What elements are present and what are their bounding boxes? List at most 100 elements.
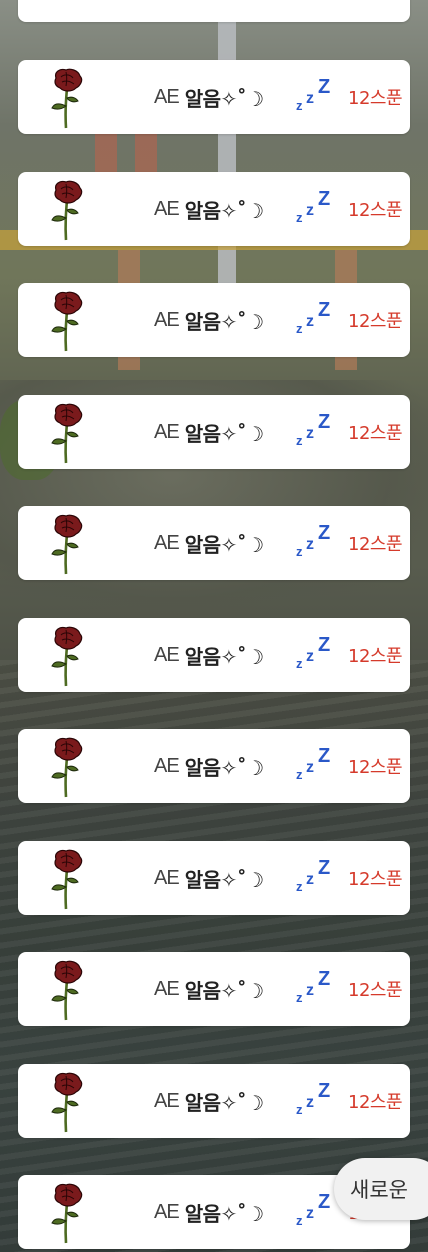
zzz-large: Z: [318, 299, 331, 321]
username-text: 알음✧˚☽: [184, 1090, 265, 1115]
username-text: 알음✧˚☽: [184, 198, 265, 223]
rose-icon: [51, 403, 83, 464]
zzz-small: z: [296, 544, 303, 559]
list-item[interactable]: AE 알음✧˚☽ z z Z 12스푼: [18, 841, 410, 915]
sleep-zzz-icon: z z Z: [296, 857, 334, 901]
list-item[interactable]: AE 알음✧˚☽ z z Z 12스푼: [18, 172, 410, 246]
username: AE 알음✧˚☽: [154, 952, 264, 1026]
zzz-medium: z: [306, 202, 314, 219]
spoon-count-badge: 12스푼: [348, 200, 403, 221]
zzz-medium: z: [306, 425, 314, 442]
spoon-count-badge: 12스푼: [348, 980, 403, 1001]
username-prefix: AE: [154, 1089, 180, 1112]
username-text: 알음✧˚☽: [184, 755, 265, 780]
list-item[interactable]: AE 알음✧˚☽ z z Z 12스푼: [18, 283, 410, 357]
rose-icon: [51, 514, 83, 575]
list-item-partial[interactable]: [18, 0, 410, 22]
rose-icon: [51, 626, 83, 687]
username-prefix: AE: [154, 643, 180, 666]
username: AE 알음✧˚☽: [154, 618, 264, 692]
username-prefix: AE: [154, 866, 180, 889]
zzz-small: z: [296, 433, 303, 448]
username-prefix: AE: [154, 420, 180, 443]
spoon-count-badge: 12스푼: [348, 423, 403, 444]
new-messages-label: 새로운: [350, 1178, 408, 1202]
rose-icon: [51, 849, 83, 910]
username-prefix: AE: [154, 197, 180, 220]
zzz-medium: z: [306, 982, 314, 999]
spoon-count-badge: 12스푼: [348, 869, 403, 890]
sleep-zzz-icon: z z Z: [296, 1080, 334, 1124]
username: AE 알음✧˚☽: [154, 1175, 264, 1249]
sleep-zzz-icon: z z Z: [296, 1191, 334, 1235]
rose-icon: [51, 737, 83, 798]
zzz-medium: z: [306, 90, 314, 107]
zzz-large: Z: [318, 634, 331, 656]
rose-icon: [51, 1183, 83, 1244]
list-item[interactable]: AE 알음✧˚☽ z z Z 12스푼: [18, 952, 410, 1026]
zzz-large: Z: [318, 188, 331, 210]
list-item[interactable]: AE 알음✧˚☽ z z Z 12스푼: [18, 506, 410, 580]
username: AE 알음✧˚☽: [154, 172, 264, 246]
list-item[interactable]: AE 알음✧˚☽ z z Z 12스푼: [18, 618, 410, 692]
zzz-small: z: [296, 879, 303, 894]
zzz-medium: z: [306, 871, 314, 888]
username-text: 알음✧˚☽: [184, 86, 265, 111]
zzz-large: Z: [318, 1191, 331, 1213]
list-item[interactable]: AE 알음✧˚☽ z z Z 12스푼: [18, 729, 410, 803]
list-item[interactable]: AE 알음✧˚☽ z z Z 12스푼: [18, 60, 410, 134]
username-prefix: AE: [154, 308, 180, 331]
rose-icon: [51, 291, 83, 352]
list-item[interactable]: AE 알음✧˚☽ z z Z 12스푼: [18, 395, 410, 469]
rose-icon: [51, 180, 83, 241]
zzz-medium: z: [306, 759, 314, 776]
zzz-large: Z: [318, 1080, 331, 1102]
spoon-count-badge: 12스푼: [348, 1092, 403, 1113]
spoon-count-badge: 12스푼: [348, 757, 403, 778]
username: AE 알음✧˚☽: [154, 841, 264, 915]
zzz-large: Z: [318, 745, 331, 767]
username-prefix: AE: [154, 754, 180, 777]
username-prefix: AE: [154, 531, 180, 554]
username: AE 알음✧˚☽: [154, 60, 264, 134]
username-text: 알음✧˚☽: [184, 644, 265, 669]
sleep-zzz-icon: z z Z: [296, 745, 334, 789]
username-prefix: AE: [154, 977, 180, 1000]
username: AE 알음✧˚☽: [154, 729, 264, 803]
username-text: 알음✧˚☽: [184, 978, 265, 1003]
sleep-zzz-icon: z z Z: [296, 76, 334, 120]
sleep-zzz-icon: z z Z: [296, 968, 334, 1012]
zzz-medium: z: [306, 648, 314, 665]
message-list[interactable]: AE 알음✧˚☽ z z Z 12스푼 AE 알음✧˚☽ z z Z 12스푼: [0, 0, 428, 1252]
zzz-small: z: [296, 1213, 303, 1228]
username: AE 알음✧˚☽: [154, 1064, 264, 1138]
zzz-small: z: [296, 767, 303, 782]
zzz-large: Z: [318, 968, 331, 990]
sleep-zzz-icon: z z Z: [296, 522, 334, 566]
sleep-zzz-icon: z z Z: [296, 634, 334, 678]
username: AE 알음✧˚☽: [154, 506, 264, 580]
username: AE 알음✧˚☽: [154, 283, 264, 357]
zzz-medium: z: [306, 313, 314, 330]
username-text: 알음✧˚☽: [184, 532, 265, 557]
rose-icon: [51, 1072, 83, 1133]
username-text: 알음✧˚☽: [184, 309, 265, 334]
zzz-small: z: [296, 656, 303, 671]
sleep-zzz-icon: z z Z: [296, 411, 334, 455]
zzz-small: z: [296, 98, 303, 113]
spoon-count-badge: 12스푼: [348, 311, 403, 332]
new-messages-button[interactable]: 새로운: [334, 1158, 428, 1220]
zzz-large: Z: [318, 76, 331, 98]
username: AE 알음✧˚☽: [154, 395, 264, 469]
spoon-count-badge: 12스푼: [348, 646, 403, 667]
list-item[interactable]: AE 알음✧˚☽ z z Z 12스푼: [18, 1064, 410, 1138]
zzz-small: z: [296, 210, 303, 225]
zzz-large: Z: [318, 857, 331, 879]
zzz-medium: z: [306, 536, 314, 553]
zzz-small: z: [296, 321, 303, 336]
zzz-medium: z: [306, 1094, 314, 1111]
zzz-small: z: [296, 1102, 303, 1117]
username-prefix: AE: [154, 85, 180, 108]
sleep-zzz-icon: z z Z: [296, 299, 334, 343]
spoon-count-badge: 12스푼: [348, 88, 403, 109]
